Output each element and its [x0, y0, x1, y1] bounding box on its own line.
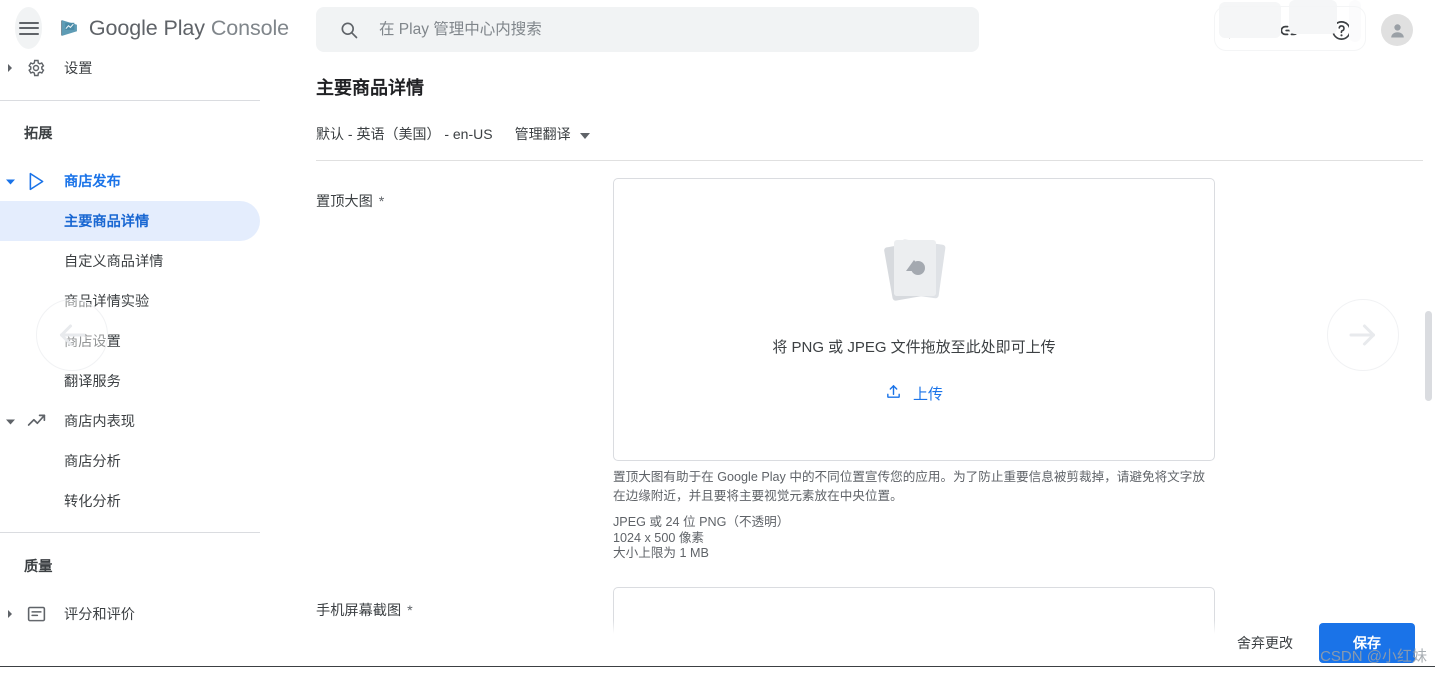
feature-graphic-label-text: 置顶大图	[316, 194, 373, 210]
chevron-down-icon[interactable]	[3, 414, 17, 428]
sidebar-item-custom-store-listing-label: 自定义商品详情	[64, 251, 163, 271]
sidebar-item-main-store-listing[interactable]: 主要商品详情	[0, 201, 260, 241]
upload-icon	[885, 383, 902, 404]
google-play-logo	[60, 15, 80, 41]
locale-text: 默认 - 英语（美国） - en-US	[316, 124, 493, 144]
feature-graphic-dropzone[interactable]: 将 PNG 或 JPEG 文件拖放至此处即可上传 上传	[613, 178, 1215, 461]
sidebar-item-conversion-analysis[interactable]: 转化分析	[0, 481, 260, 521]
hamburger-menu-icon[interactable]	[15, 7, 42, 49]
feature-graphic-specs: JPEG 或 24 位 PNG（不透明） 1024 x 500 像素 大小上限为…	[613, 515, 789, 562]
manage-translations-label: 管理翻译	[515, 124, 571, 144]
sidebar-item-main-store-listing-label: 主要商品详情	[64, 211, 149, 231]
phone-screenshots-label: 手机屏幕截图 *	[316, 600, 413, 620]
chevron-right-icon[interactable]	[3, 607, 17, 621]
required-marker: *	[379, 194, 385, 210]
gear-icon	[24, 56, 48, 80]
brand-title-part1: Google Play	[89, 16, 211, 40]
spec-format: JPEG 或 24 位 PNG（不透明）	[613, 515, 789, 531]
upload-button[interactable]: 上传	[885, 383, 943, 404]
sidebar-divider-1	[0, 100, 260, 101]
sidebar-item-settings[interactable]: 设置	[0, 48, 289, 88]
dropzone-instruction: 将 PNG 或 JPEG 文件拖放至此处即可上传	[772, 336, 1055, 357]
spec-filesize: 大小上限为 1 MB	[613, 546, 789, 562]
redacted-outline	[1214, 6, 1366, 51]
sidebar-item-translation-service-label: 翻译服务	[64, 371, 121, 391]
chevron-down-icon	[580, 126, 590, 142]
sidebar-item-store-analytics-label: 商店分析	[64, 451, 121, 471]
scrollbar-track[interactable]	[1423, 0, 1435, 667]
spec-dimensions: 1024 x 500 像素	[613, 531, 789, 547]
play-store-icon	[24, 169, 48, 193]
main-content: 主要商品详情 默认 - 英语（美国） - en-US 管理翻译 置顶大图 *	[289, 60, 1435, 667]
bottom-action-bar: 舍弃更改 保存	[0, 620, 1435, 667]
image-stack-icon	[876, 235, 952, 310]
sidebar-section-title-growth: 拓展	[0, 115, 289, 151]
search-box[interactable]	[316, 7, 979, 52]
sidebar-group-store-presence[interactable]: 商店发布	[0, 161, 289, 201]
top-bar	[289, 0, 1435, 60]
sidebar-item-custom-store-listing[interactable]: 自定义商品详情	[0, 241, 260, 281]
bottom-strip	[0, 668, 1435, 678]
brand-title: Google Play Console	[89, 16, 289, 41]
feature-graphic-label: 置顶大图 *	[316, 191, 384, 211]
sidebar-item-translation-service[interactable]: 翻译服务	[0, 361, 260, 401]
chevron-down-icon[interactable]	[3, 174, 17, 188]
search-icon	[339, 20, 359, 40]
sidebar-item-store-analytics[interactable]: 商店分析	[0, 441, 260, 481]
page-title: 主要商品详情	[316, 74, 424, 100]
sidebar-group-store-performance[interactable]: 商店内表现	[0, 401, 289, 441]
chevron-right-icon[interactable]	[3, 61, 17, 75]
sidebar-group-store-performance-label: 商店内表现	[64, 411, 135, 431]
sidebar-divider-2	[0, 532, 260, 533]
search-input[interactable]	[379, 21, 899, 39]
arrow-right-circle-icon[interactable]	[1327, 299, 1399, 371]
upload-label: 上传	[913, 383, 943, 404]
feature-graphic-helper-text: 置顶大图有助于在 Google Play 中的不同位置宣传您的应用。为了防止重要…	[613, 468, 1217, 506]
scrollbar-thumb[interactable]	[1425, 311, 1432, 401]
hamburger-bars	[19, 18, 39, 38]
brand-title-part2: Console	[211, 16, 289, 40]
locale-row: 默认 - 英语（美国） - en-US 管理翻译	[316, 124, 590, 144]
account-avatar-icon[interactable]	[1381, 14, 1413, 46]
sidebar-item-listing-experiments[interactable]: 商品详情实验	[0, 281, 260, 321]
app-root: Google Play Console 设置 拓展	[0, 0, 1435, 678]
required-marker: *	[407, 603, 413, 619]
sidebar-item-conversion-analysis-label: 转化分析	[64, 491, 121, 511]
sidebar-section-title-quality: 质量	[0, 548, 289, 584]
sidebar-item-settings-label: 设置	[64, 58, 92, 78]
arrow-left-circle-icon[interactable]	[36, 299, 108, 371]
sidebar-group-store-presence-label: 商店发布	[64, 171, 121, 191]
header-divider	[316, 160, 1428, 161]
trending-up-icon	[24, 409, 48, 433]
save-button[interactable]: 保存	[1319, 623, 1415, 663]
discard-changes-button[interactable]: 舍弃更改	[1223, 624, 1307, 662]
manage-translations-button[interactable]: 管理翻译	[515, 124, 590, 144]
phone-screenshots-label-text: 手机屏幕截图	[316, 603, 401, 619]
